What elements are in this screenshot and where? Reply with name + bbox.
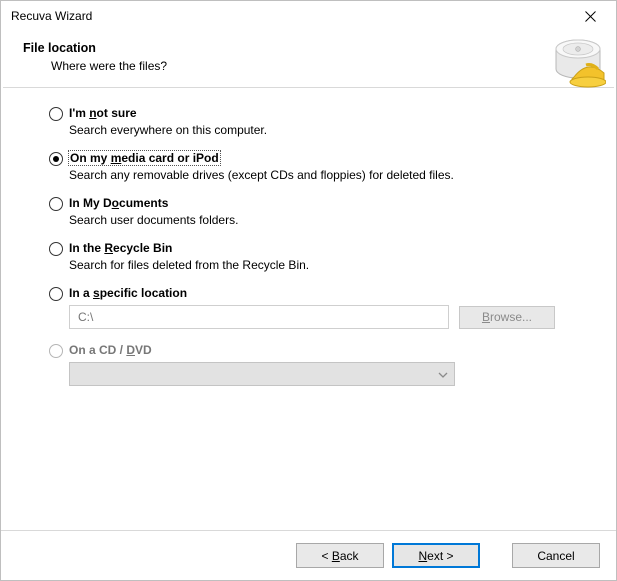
option-specific-location: In a specific location Browse... bbox=[49, 286, 586, 329]
option-desc-not-sure: Search everywhere on this computer. bbox=[69, 123, 586, 137]
option-desc-my-documents: Search user documents folders. bbox=[69, 213, 586, 227]
option-my-documents: In My Documents Search user documents fo… bbox=[49, 196, 586, 227]
radio-not-sure[interactable] bbox=[49, 107, 63, 121]
dvd-drive-select bbox=[69, 362, 455, 386]
back-button[interactable]: < Back bbox=[296, 543, 384, 568]
option-label-cd-dvd: On a CD / DVD bbox=[69, 343, 152, 357]
option-label-my-documents[interactable]: In My Documents bbox=[69, 196, 168, 210]
cancel-button[interactable]: Cancel bbox=[512, 543, 600, 568]
hard-drive-icon bbox=[550, 35, 606, 91]
option-media-card: On my media card or iPod Search any remo… bbox=[49, 151, 586, 182]
close-icon bbox=[585, 11, 596, 22]
wizard-footer: < Back Next > Cancel bbox=[1, 530, 616, 580]
next-button[interactable]: Next > bbox=[392, 543, 480, 568]
option-label-not-sure[interactable]: I'm not sure bbox=[69, 106, 137, 120]
path-input[interactable] bbox=[69, 305, 449, 329]
radio-media-card[interactable] bbox=[49, 152, 63, 166]
option-cd-dvd: On a CD / DVD bbox=[49, 343, 586, 386]
options-area: I'm not sure Search everywhere on this c… bbox=[1, 88, 616, 386]
option-label-media-card[interactable]: On my media card or iPod bbox=[69, 151, 220, 165]
window-title: Recuva Wizard bbox=[11, 9, 568, 23]
radio-recycle-bin[interactable] bbox=[49, 242, 63, 256]
wizard-header: File location Where were the files? bbox=[1, 31, 616, 87]
close-button[interactable] bbox=[568, 2, 612, 30]
option-desc-recycle-bin: Search for files deleted from the Recycl… bbox=[69, 258, 586, 272]
radio-specific-location[interactable] bbox=[49, 287, 63, 301]
option-not-sure: I'm not sure Search everywhere on this c… bbox=[49, 106, 586, 137]
option-recycle-bin: In the Recycle Bin Search for files dele… bbox=[49, 241, 586, 272]
page-subtitle: Where were the files? bbox=[51, 59, 602, 73]
chevron-down-icon bbox=[438, 369, 448, 379]
radio-my-documents[interactable] bbox=[49, 197, 63, 211]
option-label-recycle-bin[interactable]: In the Recycle Bin bbox=[69, 241, 172, 255]
title-bar: Recuva Wizard bbox=[1, 1, 616, 31]
option-label-specific-location[interactable]: In a specific location bbox=[69, 286, 187, 300]
browse-button[interactable]: Browse... bbox=[459, 306, 555, 329]
radio-cd-dvd bbox=[49, 344, 63, 358]
option-desc-media-card: Search any removable drives (except CDs … bbox=[69, 168, 586, 182]
page-title: File location bbox=[23, 41, 602, 55]
